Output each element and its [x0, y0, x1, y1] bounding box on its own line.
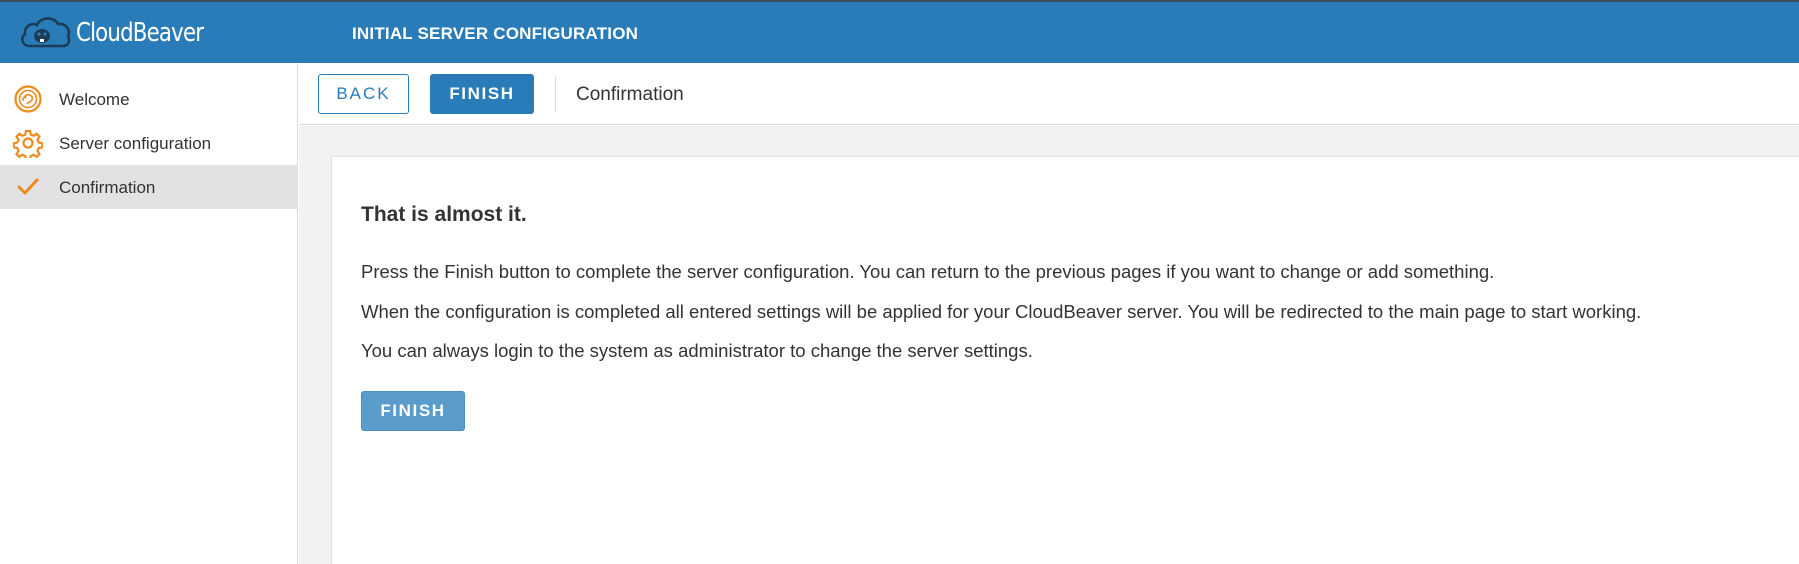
sidebar-item-server-configuration[interactable]: Server configuration	[0, 121, 297, 165]
sidebar-item-welcome[interactable]: Welcome	[0, 77, 297, 121]
app-logo[interactable]: CloudBeaver	[18, 12, 231, 54]
beaver-cloud-icon	[18, 14, 72, 52]
sidebar-item-label: Confirmation	[59, 178, 156, 197]
logo-text: CloudBeaver	[76, 18, 204, 48]
confirmation-text: You can always login to the system as ad…	[361, 340, 1033, 361]
wizard-toolbar: BACK FINISH Confirmation	[299, 63, 1799, 125]
welcome-icon	[13, 84, 43, 114]
app-header: CloudBeaver INITIAL SERVER CONFIGURATION	[0, 0, 1799, 63]
confirmation-text: When the configuration is completed all …	[361, 301, 1642, 322]
finish-button-bottom[interactable]: FINISH	[361, 391, 465, 431]
sidebar-item-label: Server configuration	[59, 134, 212, 153]
checkmark-icon	[13, 172, 43, 202]
toolbar-divider	[555, 76, 556, 112]
finish-button[interactable]: FINISH	[430, 74, 534, 114]
sidebar-item-confirmation[interactable]: Confirmation	[0, 165, 297, 209]
step-title: Confirmation	[576, 84, 684, 105]
confirmation-card: That is almost it. Press the Finish butt…	[331, 156, 1799, 564]
back-button[interactable]: BACK	[318, 74, 409, 114]
sidebar-item-label: Welcome	[59, 90, 130, 109]
confirmation-heading: That is almost it.	[361, 203, 527, 226]
sidebar: Welcome Server configuration Confirmatio…	[0, 63, 298, 564]
confirmation-text: Press the Finish button to complete the …	[361, 261, 1495, 282]
gear-icon	[13, 128, 43, 158]
app-title: INITIAL SERVER CONFIGURATION	[352, 24, 639, 43]
